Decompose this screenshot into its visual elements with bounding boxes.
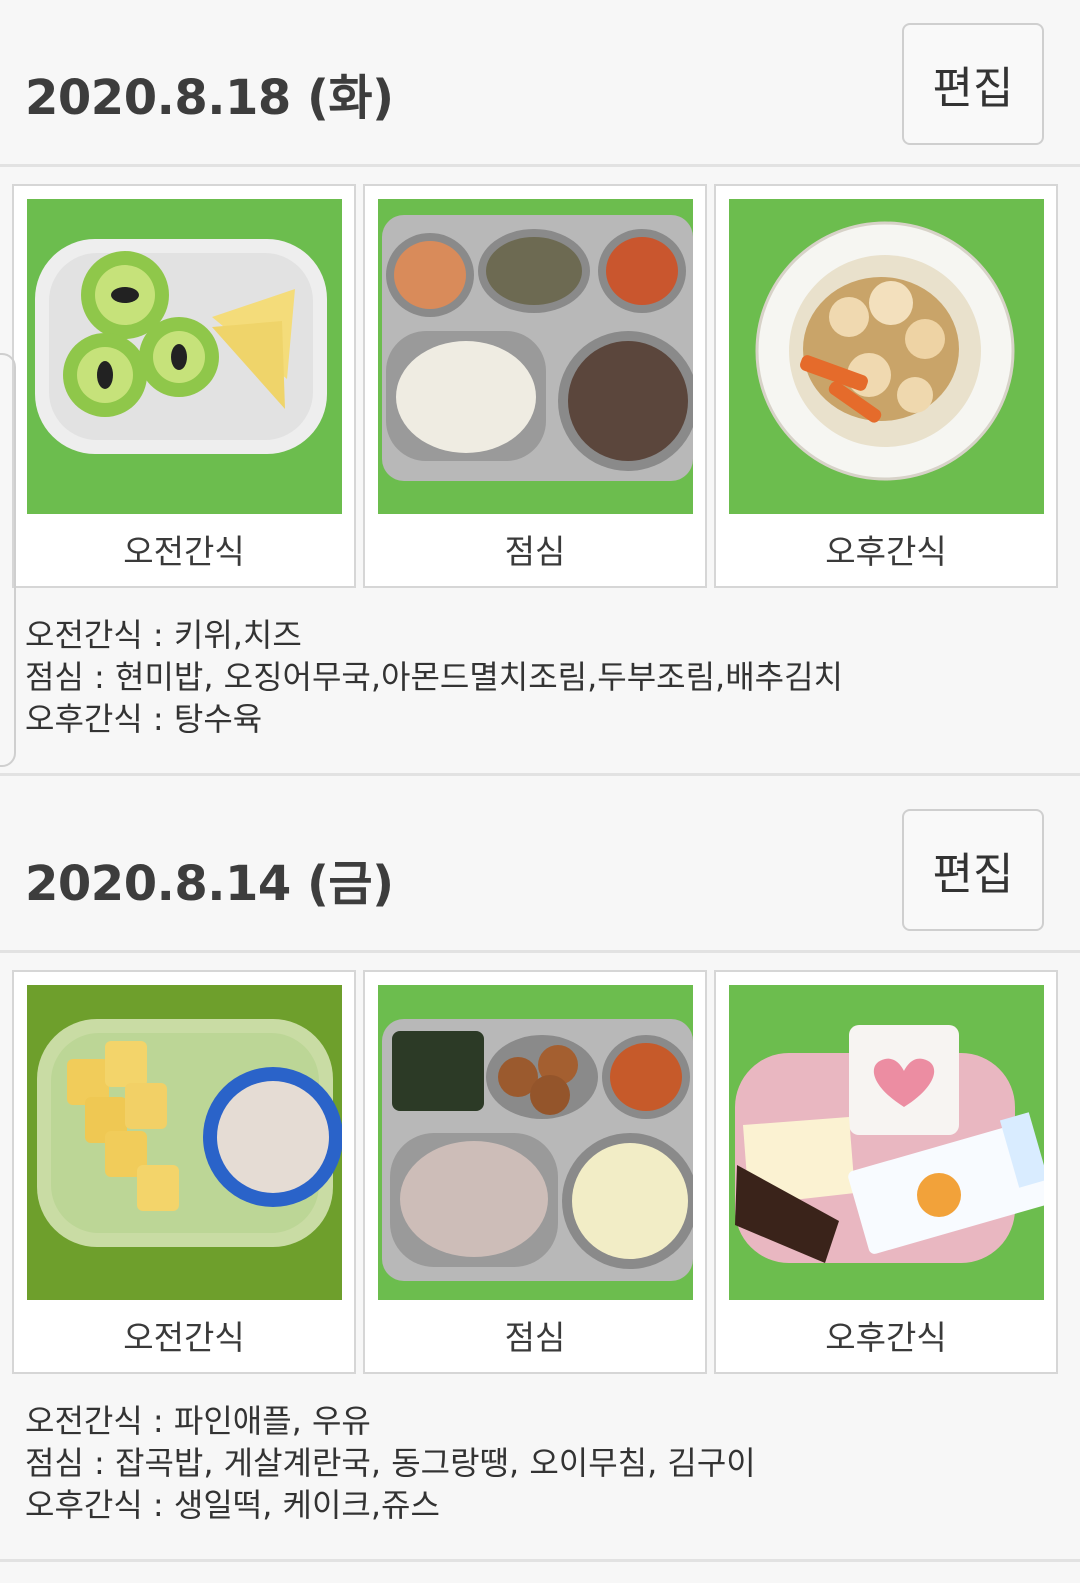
day-entry-2020-08-18: 2020.8.18 (화) 편집 오전간식 점심 오후간식 오전간식: 키위,… [0, 0, 1080, 776]
menu-line-morning-snack: 오전간식 : 키위,치즈 [25, 616, 302, 654]
meal-caption: 점심 [504, 1318, 566, 1357]
meal-caption: 점심 [504, 532, 566, 571]
meal-photo-row: 오전간식 점심 오후간식 [0, 970, 1080, 1374]
date-title: 2020.8.18 (화) [25, 70, 394, 126]
meal-caption: 오후간식 [825, 532, 947, 571]
meal-card-afternoon-snack[interactable]: 오후간식 [714, 184, 1058, 588]
menu-description: 오전간식 : 키위,치즈 점심 : 현미밥, 오징어무국,아몬드멸치조림,두부조… [25, 614, 1065, 740]
kiwi-cheese-photo [27, 199, 342, 514]
date-title: 2020.8.14 (금) [25, 856, 394, 912]
menu-line-lunch: 점심 : 잡곡밥, 게살계란국, 동그랑땡, 오이무침, 김구이 [25, 1444, 756, 1482]
meal-caption: 오후간식 [825, 1318, 947, 1357]
meal-card-lunch[interactable]: 점심 [363, 184, 707, 588]
meal-card-afternoon-snack[interactable]: 오후간식 [714, 970, 1058, 1374]
meal-card-morning-snack[interactable]: 오전간식 [12, 184, 356, 588]
side-drawer-handle[interactable] [0, 353, 16, 767]
day-header: 2020.8.18 (화) 편집 [0, 0, 1080, 167]
menu-description: 오전간식 : 파인애플, 우유 점심 : 잡곡밥, 게살계란국, 동그랑땡, 오… [25, 1400, 1065, 1526]
menu-line-afternoon-snack: 오후간식 : 생일떡, 케이크,쥬스 [25, 1486, 440, 1524]
meal-caption: 오전간식 [123, 532, 245, 571]
lunch-tray-photo [378, 199, 693, 514]
meal-card-morning-snack[interactable]: 오전간식 [12, 970, 356, 1374]
menu-line-morning-snack: 오전간식 : 파인애플, 우유 [25, 1402, 371, 1440]
menu-line-lunch: 점심 : 현미밥, 오징어무국,아몬드멸치조림,두부조림,배추김치 [25, 658, 843, 696]
meal-photo-row: 오전간식 점심 오후간식 [0, 184, 1080, 588]
section-divider [0, 1559, 1080, 1562]
pineapple-milk-photo [27, 985, 342, 1300]
sweet-sour-pork-photo [729, 199, 1044, 514]
day-header: 2020.8.14 (금) 편집 [0, 786, 1080, 953]
meal-caption: 오전간식 [123, 1318, 245, 1357]
edit-button[interactable]: 편집 [902, 23, 1044, 145]
menu-line-afternoon-snack: 오후간식 : 탕수육 [25, 700, 263, 738]
day-entry-2020-08-14: 2020.8.14 (금) 편집 오전간식 점심 오후간식 오전간식: 파인애… [0, 786, 1080, 1583]
meal-card-lunch[interactable]: 점심 [363, 970, 707, 1374]
rice-cake-cake-juice-photo [729, 985, 1044, 1300]
lunch-tray-photo [378, 985, 693, 1300]
section-divider [0, 773, 1080, 776]
edit-button[interactable]: 편집 [902, 809, 1044, 931]
